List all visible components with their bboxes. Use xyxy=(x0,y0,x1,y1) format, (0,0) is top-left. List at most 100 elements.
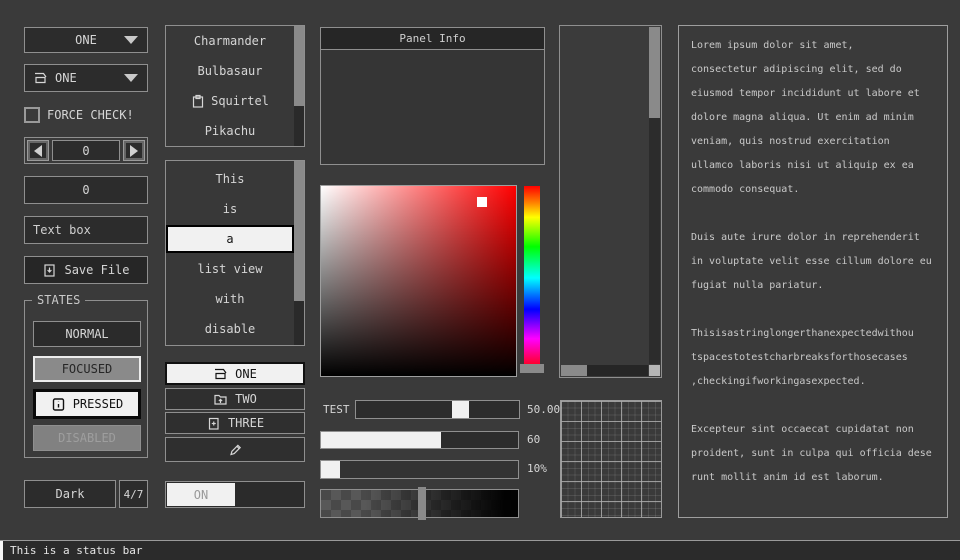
text-line: runt mollit anim id est laborum. xyxy=(691,466,935,490)
list-item[interactable]: Pikachu xyxy=(166,116,294,146)
states-group: STATES NORMAL FOCUSED PRESSED DISABLED xyxy=(24,300,148,458)
scroll-panel-vertical-scrollbar[interactable] xyxy=(649,27,660,364)
scrollbar-thumb[interactable] xyxy=(294,26,304,106)
stepper-increment-button[interactable] xyxy=(123,140,145,161)
test-slider-label: TEST xyxy=(323,403,350,416)
text-line: Lorem ipsum dolor sit amet, xyxy=(691,34,935,58)
scroll-panel[interactable] xyxy=(559,25,662,378)
word-list: This is a list view with disable xyxy=(165,160,305,346)
text-line: dolore magna aliqua. Ut enim ad minim xyxy=(691,106,935,130)
clipboard-icon xyxy=(191,94,205,109)
toggle-knob[interactable]: ON xyxy=(167,483,235,506)
grid-canvas[interactable] xyxy=(560,400,662,518)
percent-slider-handle[interactable] xyxy=(321,461,340,478)
one-button[interactable]: ONE xyxy=(165,362,305,385)
text-line: in voluptate velit esse cillum dolore eu xyxy=(691,250,935,274)
list-item[interactable]: Charmander xyxy=(166,26,294,56)
list-item[interactable]: with xyxy=(166,284,294,314)
progress-bar-fill xyxy=(321,432,441,448)
three-button-label: THREE xyxy=(228,416,264,430)
two-button[interactable]: TWO xyxy=(165,388,305,410)
text-line: Excepteur sint occaecat cupidatat non xyxy=(691,418,935,442)
text-line: ullamco laboris nisi ut aliquip ex ea xyxy=(691,154,935,178)
text-line: eiusmod tempor incididunt ut labore et xyxy=(691,82,935,106)
pressed-state-button[interactable]: PRESSED xyxy=(33,389,141,419)
list-item[interactable]: This xyxy=(166,164,294,194)
list-item[interactable]: disable xyxy=(166,314,294,344)
text-line: tspacestotestcharbreaksforthosecases xyxy=(691,346,935,370)
info-icon xyxy=(51,397,66,412)
pokemon-list: Charmander Bulbasaur Squirtel Pikachu xyxy=(165,25,305,147)
word-list-scrollbar[interactable] xyxy=(294,161,304,345)
save-file-label: Save File xyxy=(64,263,129,277)
file-plus-icon xyxy=(206,416,221,431)
alpha-gradient-slider[interactable] xyxy=(320,489,519,518)
list-item[interactable]: is xyxy=(166,194,294,224)
hue-slider[interactable] xyxy=(524,186,540,370)
test-slider-handle[interactable] xyxy=(452,401,469,418)
test-slider[interactable] xyxy=(355,400,520,419)
dropdown-one[interactable]: ONE xyxy=(24,27,148,53)
pencil-icon xyxy=(227,442,243,458)
focused-state-button[interactable]: FOCUSED xyxy=(33,356,141,382)
percent-slider[interactable] xyxy=(320,460,519,479)
text-line: consectetur adipiscing elit, sed do xyxy=(691,58,935,82)
on-toggle[interactable]: ON xyxy=(165,481,305,508)
scrollbar-thumb[interactable] xyxy=(649,27,660,118)
text-line: Thisisastringlongerthanexpectedwithou xyxy=(691,322,935,346)
one-button-label: ONE xyxy=(235,367,257,381)
dropdown-two[interactable]: ONE xyxy=(24,64,148,92)
edit-button[interactable] xyxy=(165,437,305,462)
list-item[interactable]: Squirtel xyxy=(166,86,294,116)
theme-button[interactable]: Dark xyxy=(24,480,116,508)
text-line: fugiat nulla pariatur. xyxy=(691,274,935,298)
list-item-label: Squirtel xyxy=(211,94,269,108)
progress-value: 60 xyxy=(527,433,540,446)
number-field[interactable]: 0 xyxy=(24,176,148,204)
save-file-button[interactable]: Save File xyxy=(24,256,148,284)
disabled-state-button[interactable]: DISABLED xyxy=(33,425,141,451)
stepper-decrement-button[interactable] xyxy=(27,140,49,161)
info-panel: Panel Info xyxy=(320,27,545,165)
text-line: commodo consequat. xyxy=(691,178,935,202)
color-picker-cursor[interactable] xyxy=(477,197,487,207)
color-saturation-picker[interactable] xyxy=(320,185,517,377)
states-group-title: STATES xyxy=(32,293,85,307)
text-line: proident, sunt in culpa qui officia dese xyxy=(691,442,935,466)
text-line: veniam, quis nostrud exercitation xyxy=(691,130,935,154)
dropdown-two-value: ONE xyxy=(55,71,77,85)
chevron-down-icon xyxy=(124,36,138,44)
scrollbar-thumb[interactable] xyxy=(294,161,304,301)
list-item-selected[interactable]: a xyxy=(166,225,294,253)
list-item[interactable]: Bulbasaur xyxy=(166,56,294,86)
save-file-icon xyxy=(42,263,57,278)
status-bar-caret xyxy=(0,541,3,560)
pokemon-list-scrollbar[interactable] xyxy=(294,26,304,146)
progress-bar[interactable] xyxy=(320,431,519,449)
force-checkbox[interactable] xyxy=(24,107,40,123)
stepper-value-field[interactable]: 0 xyxy=(52,140,120,161)
percent-slider-value: 10% xyxy=(527,462,547,475)
alpha-slider-handle[interactable] xyxy=(418,487,426,520)
archive-box-icon xyxy=(33,71,48,85)
text-line: ,checkingifworkingasexpected. xyxy=(691,370,935,394)
test-slider-value: 50.00 xyxy=(527,403,560,416)
status-bar-text: This is a status bar xyxy=(10,541,142,560)
three-button[interactable]: THREE xyxy=(165,412,305,434)
scroll-panel-horizontal-scrollbar[interactable] xyxy=(561,365,648,376)
app-window: ONE ONE FORCE CHECK! 0 0 Text box Save F… xyxy=(0,0,960,560)
list-item[interactable]: list view xyxy=(166,254,294,284)
page-counter[interactable]: 4/7 xyxy=(119,480,148,508)
hue-slider-handle[interactable] xyxy=(520,364,544,373)
two-button-label: TWO xyxy=(235,392,257,406)
text-line xyxy=(691,298,935,322)
normal-state-button[interactable]: NORMAL xyxy=(33,321,141,347)
dropdown-one-value: ONE xyxy=(75,33,97,47)
arrow-left-icon xyxy=(34,145,42,157)
force-checkbox-label: FORCE CHECK! xyxy=(47,108,134,122)
scrollbar-thumb[interactable] xyxy=(561,365,587,376)
arrow-right-icon xyxy=(130,145,138,157)
text-line xyxy=(691,394,935,418)
text-line xyxy=(691,202,935,226)
text-box-input[interactable]: Text box xyxy=(24,216,148,244)
